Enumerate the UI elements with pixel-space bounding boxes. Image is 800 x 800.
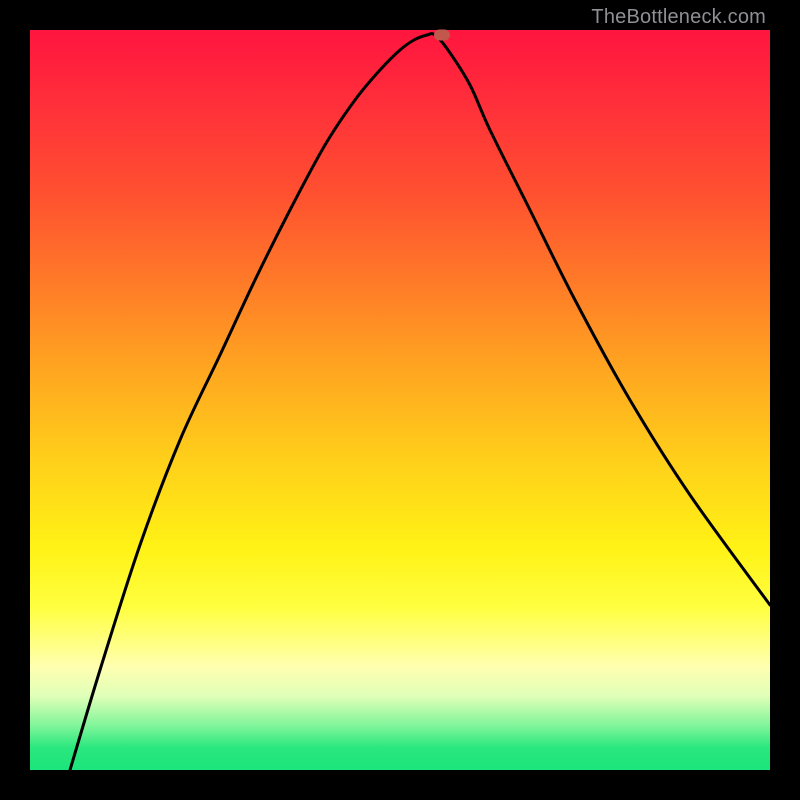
plot-area <box>30 30 770 770</box>
chart-frame: TheBottleneck.com <box>0 0 800 800</box>
curve-svg <box>30 30 770 770</box>
watermark-text: TheBottleneck.com <box>591 6 766 29</box>
minimum-marker <box>434 30 450 41</box>
bottleneck-curve-path <box>70 34 770 770</box>
